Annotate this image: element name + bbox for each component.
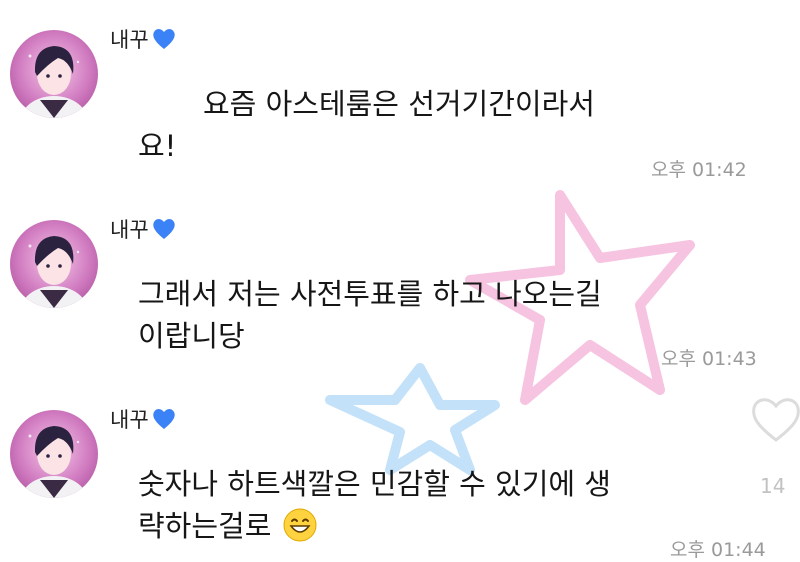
avatar[interactable] (10, 220, 98, 308)
grinning-smile-emoji-icon (283, 508, 317, 542)
message-text: 요즘 아스테룸은 선거기간이라서 (203, 87, 595, 121)
sender-name: 내꾸 (110, 214, 177, 244)
sender-name: 내꾸 (110, 404, 177, 434)
message-text-continued: 요! (138, 129, 177, 163)
message-timestamp: 오후 01:42 (651, 159, 747, 181)
avatar[interactable] (10, 410, 98, 498)
blue-heart-icon (152, 219, 175, 239)
avatar[interactable] (10, 30, 98, 118)
blue-heart-icon (152, 409, 175, 429)
blue-star-decoration (325, 363, 500, 475)
sender-name: 내꾸 (110, 24, 177, 54)
heart-outline-icon[interactable] (748, 392, 800, 444)
message-text: 숫자나 하트색깔은 민감할 수 있기에 생 략하는걸로 (138, 467, 611, 543)
message-text: 그래서 저는 사전투표를 하고 나오는길 이랍니당 (138, 277, 602, 353)
message-timestamp: 오후 01:43 (661, 348, 757, 370)
message-timestamp: 오후 01:44 (670, 539, 766, 561)
blue-heart-icon (152, 29, 175, 49)
like-count: 14 (760, 474, 786, 498)
